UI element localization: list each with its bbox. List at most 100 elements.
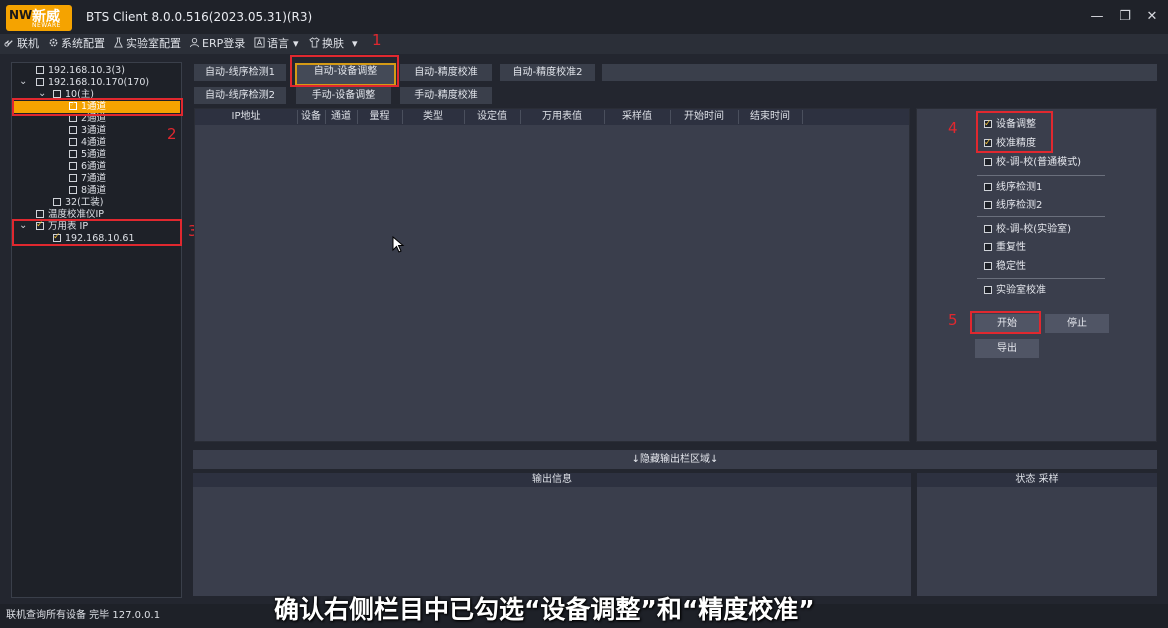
tab-auto-precision-calibration-2[interactable]: 自动-精度校准2 [500, 64, 595, 81]
logo-subtext: NEWARE [32, 22, 61, 29]
option-wiring-check-2[interactable]: 线序检测2 [984, 199, 1042, 213]
column-header[interactable]: 量程 [357, 110, 403, 124]
checkbox[interactable] [984, 262, 992, 270]
checkbox[interactable] [69, 126, 77, 134]
column-header[interactable]: IP地址 [195, 110, 298, 124]
checkbox[interactable] [984, 225, 992, 233]
column-header[interactable]: 万用表值 [520, 110, 605, 124]
tree-node[interactable]: 3通道 [69, 125, 106, 137]
tree-node[interactable]: 4通道 [69, 137, 106, 149]
checkbox[interactable] [69, 162, 77, 170]
menu-label: 换肤 [322, 37, 344, 50]
user-icon [189, 38, 200, 48]
app-logo: NW 新威 NEWARE [6, 5, 72, 31]
link-icon [4, 40, 13, 47]
gear-icon [49, 38, 58, 47]
menu-label: 实验室配置 [126, 37, 181, 50]
separator [977, 278, 1105, 279]
checkbox[interactable] [984, 201, 992, 209]
grid-header: IP地址 设备 通道 量程 类型 设定值 万用表值 采样值 开始时间 结束时间 [195, 109, 909, 125]
column-header[interactable]: 类型 [402, 110, 465, 124]
export-button[interactable]: 导出 [975, 339, 1039, 358]
annotation-number: 2 [167, 125, 177, 143]
tree-node[interactable]: 6通道 [69, 161, 106, 173]
separator [977, 216, 1105, 217]
highlight-box-multimeter [12, 219, 182, 246]
column-header[interactable]: 设备 [297, 110, 326, 124]
menu-connect[interactable]: 联机 [4, 36, 39, 52]
annotation-number: 4 [948, 119, 958, 137]
tree-node[interactable]: 5通道 [69, 149, 106, 161]
option-stability[interactable]: 稳定性 [984, 260, 1026, 274]
restore-button[interactable]: ❐ [1114, 7, 1136, 27]
checkbox[interactable] [36, 210, 44, 218]
output-panel: 输出信息 [193, 473, 911, 596]
menu-lab-config[interactable]: 实验室配置 [113, 36, 181, 52]
checkbox[interactable] [984, 243, 992, 251]
device-tree: 192.168.10.3(3) ⌄ 192.168.10.170(170) ⌄ … [11, 62, 182, 598]
output-header: 输出信息 [193, 473, 911, 487]
column-header[interactable]: 设定值 [464, 110, 521, 124]
menu-erp-login[interactable]: ERP登录 [189, 36, 245, 52]
checkbox[interactable] [53, 198, 61, 206]
menu-language[interactable]: 语言 [254, 36, 289, 52]
checkbox[interactable] [69, 138, 77, 146]
checkbox[interactable] [53, 90, 61, 98]
tab-auto-wiring-check-2[interactable]: 自动-线序检测2 [194, 87, 286, 104]
status-panel: 状态 采样 [917, 473, 1157, 596]
flask-icon [114, 37, 123, 48]
menu-label: 语言 [267, 37, 289, 50]
checkbox[interactable] [984, 183, 992, 191]
tree-node[interactable]: 32(工装) [53, 197, 104, 209]
option-wiring-check-1[interactable]: 线序检测1 [984, 181, 1042, 195]
option-lab-calibration[interactable]: 实验室校准 [984, 284, 1046, 298]
stop-button[interactable]: 停止 [1045, 314, 1109, 333]
column-header[interactable]: 结束时间 [738, 110, 803, 124]
tab-auto-wiring-check-1[interactable]: 自动-线序检测1 [194, 64, 286, 81]
tree-node[interactable]: 7通道 [69, 173, 106, 185]
menu-label: 系统配置 [61, 37, 105, 50]
checkbox[interactable] [69, 174, 77, 182]
language-icon [254, 37, 265, 48]
checkbox[interactable] [69, 150, 77, 158]
window-title: BTS Client 8.0.0.516(2023.05.31)(R3) [86, 10, 313, 24]
mouse-cursor-icon [392, 236, 405, 253]
checkbox[interactable] [36, 78, 44, 86]
tab-auto-precision-calibration[interactable]: 自动-精度校准 [400, 64, 492, 81]
checkbox[interactable] [69, 186, 77, 194]
tab-manual-precision-calibration[interactable]: 手动-精度校准 [400, 87, 492, 104]
menu-label: 联机 [17, 37, 39, 50]
tab-manual-device-adjust[interactable]: 手动-设备调整 [296, 87, 391, 104]
expand-arrow-icon[interactable]: ⌄ [19, 76, 27, 87]
column-header[interactable]: 开始时间 [670, 110, 739, 124]
column-header[interactable]: 采样值 [604, 110, 671, 124]
options-panel: 设备调整 校准精度 校-调-校(普通模式) 线序检测1 线序检测2 校-调-校(… [916, 108, 1157, 442]
option-repeatability[interactable]: 重复性 [984, 241, 1026, 255]
minimize-button[interactable]: — [1086, 7, 1108, 27]
tree-node[interactable]: 8通道 [69, 185, 106, 197]
option-cal-adjust-cal-lab[interactable]: 校-调-校(实验室) [984, 223, 1071, 237]
menu-system-config[interactable]: 系统配置 [48, 36, 105, 52]
separator [977, 175, 1105, 176]
checkbox[interactable] [984, 286, 992, 294]
shirt-icon [309, 37, 320, 48]
tree-node[interactable]: 192.168.10.3(3) [36, 65, 125, 77]
tree-node[interactable]: 192.168.10.170(170) [36, 77, 149, 89]
menu-skin[interactable]: 换肤 [309, 36, 344, 52]
annotation-number: 5 [948, 311, 958, 329]
hide-output-bar[interactable]: ↓隐藏输出栏区域↓ [193, 450, 1157, 469]
option-cal-adjust-cal-normal[interactable]: 校-调-校(普通模式) [984, 156, 1081, 170]
checkbox[interactable] [984, 158, 992, 166]
highlight-box-channel [12, 98, 183, 116]
column-header[interactable]: 通道 [325, 110, 358, 124]
annotation-number: 1 [372, 31, 382, 49]
checkbox[interactable] [36, 66, 44, 74]
tab-strip-filler [602, 64, 1157, 81]
menu-bar: 联机 系统配置 实验室配置 ERP登录 语言 ▾ 换肤 ▾ [0, 34, 1168, 54]
highlight-box-start [970, 311, 1041, 334]
results-grid: IP地址 设备 通道 量程 类型 设定值 万用表值 采样值 开始时间 结束时间 [194, 108, 910, 442]
menu-language-dropdown-icon[interactable]: ▾ [293, 36, 299, 52]
logo-mark: NW [9, 8, 33, 22]
close-button[interactable]: ✕ [1141, 7, 1163, 27]
menu-skin-dropdown-icon[interactable]: ▾ [352, 36, 358, 52]
